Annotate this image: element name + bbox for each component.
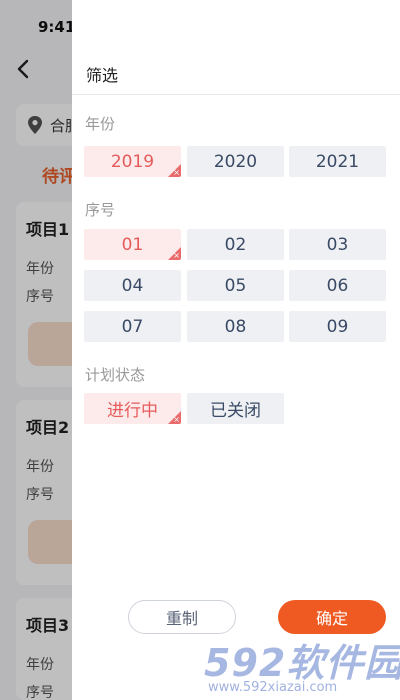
number-option[interactable]: 02× xyxy=(187,229,284,260)
number-option[interactable]: 04× xyxy=(84,270,181,301)
number-option[interactable]: 08× xyxy=(187,311,284,342)
number-option[interactable]: 07× xyxy=(84,311,181,342)
status-section-label: 计划状态 xyxy=(85,366,146,384)
divider xyxy=(72,94,400,95)
option-label: 03 xyxy=(326,234,349,255)
year-section-label: 年份 xyxy=(85,115,116,133)
watermark-brand: 592软件园 xyxy=(204,641,400,685)
number-option[interactable]: 06× xyxy=(289,270,386,301)
watermark-url: www.592xiazai.com xyxy=(208,680,338,695)
option-label: 08 xyxy=(224,316,247,337)
option-label: 01 xyxy=(121,234,144,255)
remove-mark-icon: × xyxy=(173,168,180,177)
reset-button[interactable]: 重制 xyxy=(128,600,236,634)
option-label: 07 xyxy=(121,316,144,337)
status-option[interactable]: 已关闭× xyxy=(187,393,284,424)
option-label: 05 xyxy=(224,275,247,296)
option-label: 已关闭 xyxy=(210,401,261,421)
year-option[interactable]: 2019 × xyxy=(84,146,181,177)
year-option[interactable]: 2020× xyxy=(187,146,284,177)
option-label: 进行中 xyxy=(107,401,158,421)
option-label: 02 xyxy=(224,234,247,255)
option-label: 06 xyxy=(326,275,349,296)
number-option[interactable]: 05× xyxy=(187,270,284,301)
option-label: 2019 xyxy=(110,151,155,172)
option-label: 2020 xyxy=(213,151,258,172)
watermark: 592软件园 www.592xiazai.com xyxy=(198,630,400,700)
option-label: 09 xyxy=(326,316,349,337)
status-option[interactable]: 进行中 × xyxy=(84,393,181,424)
confirm-button[interactable]: 确定 xyxy=(278,600,386,634)
number-option[interactable]: 09× xyxy=(289,311,386,342)
remove-mark-icon: × xyxy=(173,415,180,424)
number-option[interactable]: 03× xyxy=(289,229,386,260)
number-section-label: 序号 xyxy=(85,201,116,219)
option-label: 2021 xyxy=(315,151,360,172)
year-option[interactable]: 2021× xyxy=(289,146,386,177)
filter-drawer: 筛选 年份 2019×2020×2021× 序号 01×02×03×04×05×… xyxy=(72,0,400,700)
drawer-title: 筛选 xyxy=(86,66,119,85)
option-label: 04 xyxy=(121,275,144,296)
number-option[interactable]: 01 × xyxy=(84,229,181,260)
remove-mark-icon: × xyxy=(173,251,180,260)
